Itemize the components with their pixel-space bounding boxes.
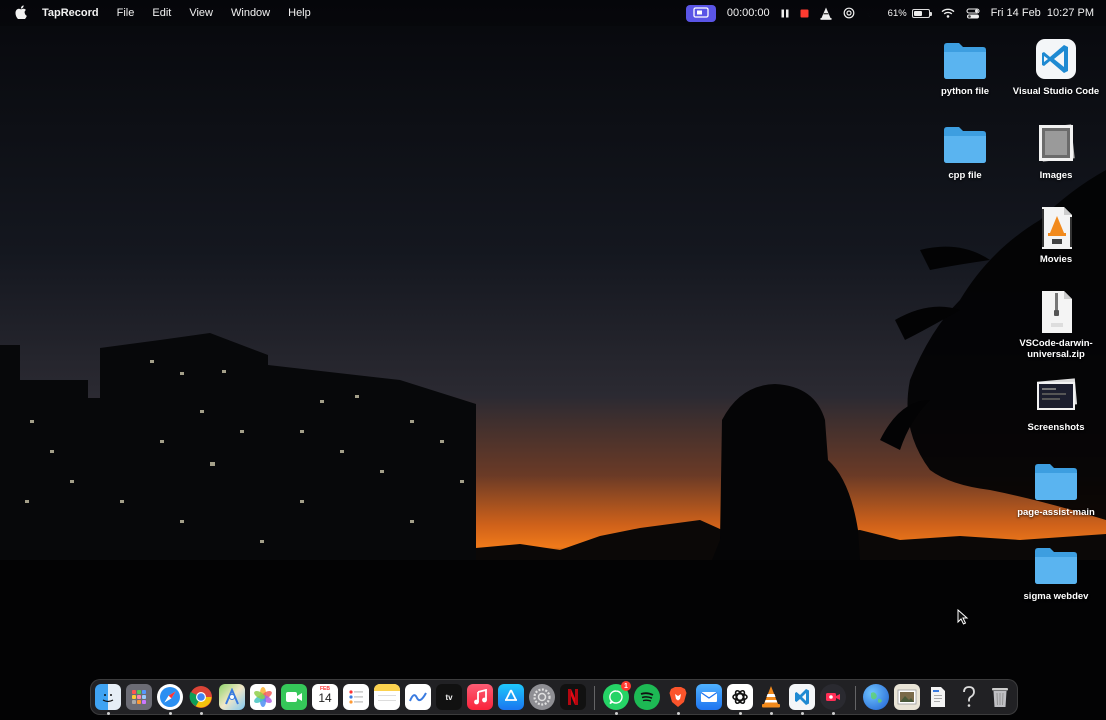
vlc-cone-icon[interactable] xyxy=(820,7,832,20)
desktop-icon-vscode-zip[interactable]: VSCode-darwin-universal.zip xyxy=(1010,290,1102,360)
menu-file[interactable]: File xyxy=(117,7,135,19)
dock-running-indicator xyxy=(106,712,110,715)
desktop-icon-label: Images xyxy=(1039,170,1073,181)
menu-window[interactable]: Window xyxy=(231,7,270,19)
dock-taprecord-icon[interactable] xyxy=(820,684,846,710)
wifi-icon[interactable] xyxy=(941,8,955,18)
vscode-icon xyxy=(1036,39,1076,79)
desktop-icon-page-assist-main[interactable]: page-assist-main xyxy=(1010,459,1102,518)
dock-brave-icon[interactable] xyxy=(665,684,691,710)
dock-facetime-icon[interactable] xyxy=(281,684,307,710)
desktop-icon-images[interactable]: Images xyxy=(1010,122,1102,181)
control-center-icon[interactable] xyxy=(966,7,980,19)
dock-chrome-icon[interactable] xyxy=(188,684,214,710)
desktop-icon-cpp-file[interactable]: cpp file xyxy=(919,122,1011,181)
appletv-label: tv xyxy=(445,692,453,702)
pause-icon[interactable] xyxy=(781,9,789,18)
dock: FEB 14 tv 1 xyxy=(90,679,1018,715)
dock-photos-icon[interactable] xyxy=(250,684,276,710)
dock-finder-icon[interactable] xyxy=(95,684,121,710)
dock-notes-icon[interactable] xyxy=(374,684,400,710)
apple-icon[interactable] xyxy=(14,4,28,22)
battery-icon[interactable] xyxy=(911,8,932,18)
menu-view[interactable]: View xyxy=(189,7,213,19)
dock-chatgpt-icon[interactable] xyxy=(727,684,753,710)
dock-launchpad-icon[interactable] xyxy=(126,684,152,710)
chatgpt-icon[interactable] xyxy=(843,7,855,19)
dock-spotify-icon[interactable] xyxy=(634,684,660,710)
dock-mail-icon[interactable] xyxy=(696,684,722,710)
menu-edit[interactable]: Edit xyxy=(152,7,171,19)
desktop-icon-movies[interactable]: Movies xyxy=(1010,206,1102,265)
battery-percent: 61% xyxy=(887,7,907,19)
folder-icon xyxy=(944,43,986,79)
desktop-icon-label: cpp file xyxy=(948,170,982,181)
dock-running-indicator xyxy=(199,712,203,715)
dock-globe-icon[interactable] xyxy=(863,684,889,710)
dock-vscode-icon[interactable] xyxy=(789,684,815,710)
dock-running-indicator xyxy=(168,712,172,715)
dock-calendar-icon[interactable]: FEB 14 xyxy=(312,684,338,710)
screenshot-stack-icon xyxy=(1036,378,1078,410)
menu-bar: TapRecord File Edit View Window Help 00:… xyxy=(0,0,1106,715)
dock-music-icon[interactable] xyxy=(467,684,493,710)
desktop-icon-python-file[interactable]: python file xyxy=(919,38,1011,97)
desktop-icon-label: VSCode-darwin-universal.zip xyxy=(1019,338,1093,360)
folder-icon xyxy=(1035,548,1077,584)
dock-running-indicator xyxy=(738,712,742,715)
dock-maps-icon[interactable] xyxy=(219,684,245,710)
screen-record-icon[interactable] xyxy=(685,4,716,22)
desktop-icon-label: sigma webdev xyxy=(1023,591,1089,602)
desktop-icon-sigma-webdev[interactable]: sigma webdev xyxy=(1010,543,1102,602)
dock-running-indicator xyxy=(769,712,773,715)
desktop-wallpaper xyxy=(0,0,1106,720)
dock-whatsapp-icon[interactable]: 1 xyxy=(603,681,631,710)
desktop-icon-label: Screenshots xyxy=(1027,422,1085,433)
mouse-cursor-icon xyxy=(957,609,969,625)
dock-netflix-icon[interactable] xyxy=(560,684,586,710)
zip-file-icon xyxy=(1042,291,1072,333)
desktop-icon-label: Visual Studio Code xyxy=(1012,86,1100,97)
image-stack-icon xyxy=(1039,124,1075,162)
dock-document-icon[interactable] xyxy=(925,684,951,710)
menu-help[interactable]: Help xyxy=(288,7,311,19)
dock-separator xyxy=(594,686,595,710)
whatsapp-badge: 1 xyxy=(621,681,631,691)
calendar-day: 14 xyxy=(318,691,332,705)
battery-fill xyxy=(913,10,923,16)
dock-running-indicator xyxy=(614,712,618,715)
folder-icon xyxy=(944,127,986,163)
record-timer: 00:00:00 xyxy=(726,7,770,19)
dock-separator xyxy=(855,686,856,710)
dock-help-icon[interactable] xyxy=(956,684,982,710)
dock-vlc-icon[interactable] xyxy=(758,684,784,710)
stop-icon[interactable] xyxy=(800,9,809,18)
desktop-icon-label: python file xyxy=(940,86,990,97)
desktop-icon-screenshots[interactable]: Screenshots xyxy=(1010,374,1102,433)
mkv-file-icon xyxy=(1042,207,1072,249)
dock-trash-icon[interactable] xyxy=(987,684,1013,710)
dock-freeform-icon[interactable] xyxy=(405,684,431,710)
dock-preview-icon[interactable] xyxy=(894,684,920,710)
dock-appletv-icon[interactable]: tv xyxy=(436,684,462,710)
desktop-icon-visual-studio-code[interactable]: Visual Studio Code xyxy=(1010,38,1102,97)
dock-system-settings-icon[interactable] xyxy=(529,684,555,710)
dock-running-indicator xyxy=(800,712,804,715)
folder-icon xyxy=(1035,464,1077,500)
moon-icon[interactable] xyxy=(866,8,877,19)
menu-app-name[interactable]: TapRecord xyxy=(42,7,99,19)
dock-reminders-icon[interactable] xyxy=(343,684,369,710)
desktop-icon-label: Movies xyxy=(1039,254,1073,265)
dock-appstore-icon[interactable] xyxy=(498,684,524,710)
dock-running-indicator xyxy=(831,712,835,715)
desktop-icon-label: page-assist-main xyxy=(1017,507,1095,518)
dock-running-indicator xyxy=(676,712,680,715)
menu-datetime[interactable]: Fri 14 Feb 10:27 PM xyxy=(991,7,1094,19)
dock-safari-icon[interactable] xyxy=(157,684,183,710)
